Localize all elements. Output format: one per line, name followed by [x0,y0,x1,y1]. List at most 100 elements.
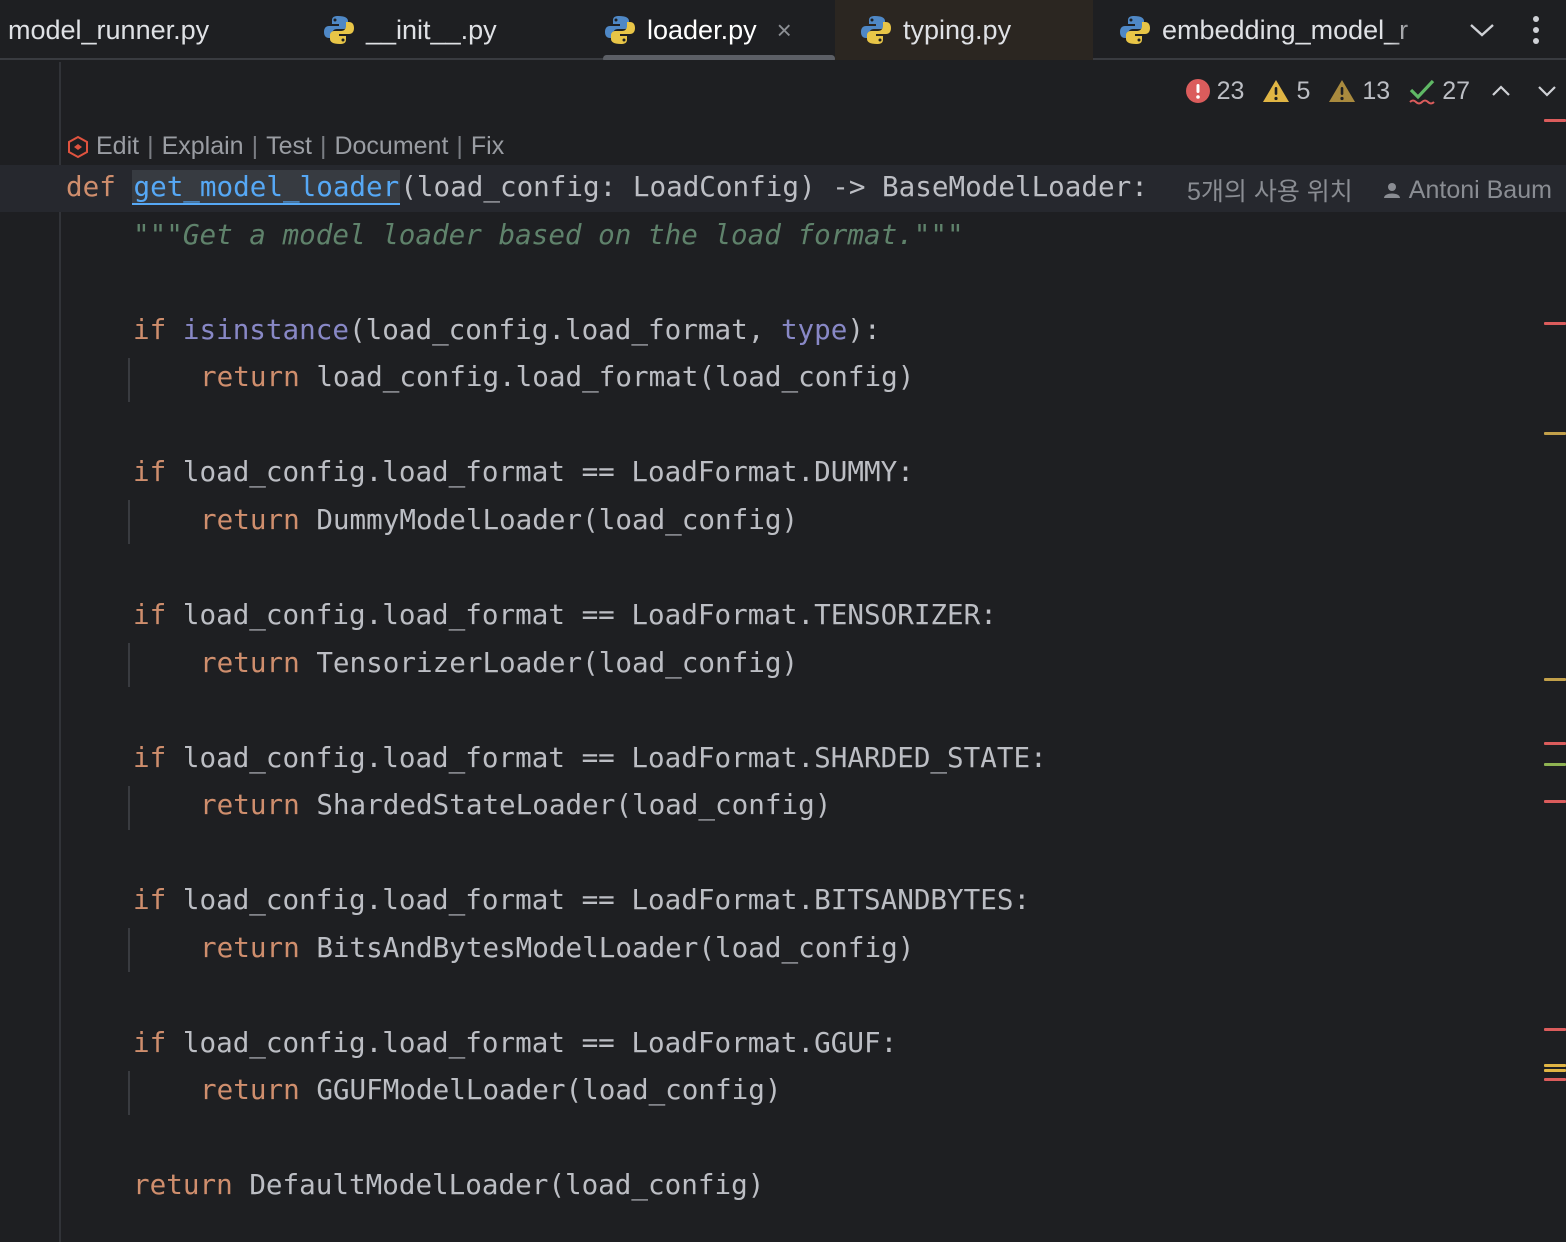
keyword-def: def [66,170,116,203]
tab-actions [1448,0,1566,60]
code-line-return[interactable]: return GGUFModelLoader(load_config) [200,1073,781,1106]
code-text: (load_config.load_format, [349,313,781,346]
code-text: DefaultModelLoader(load_config) [249,1168,765,1201]
codelens-separator: | [456,132,463,160]
function-name[interactable]: get_model_loader [132,170,401,205]
keyword-return: return [200,931,300,964]
warning-icon [1263,80,1290,102]
docstring: """Get a model loader based on the load … [133,218,964,251]
code-line-if-bitsandbytes[interactable]: if load_config.load_format == LoadFormat… [133,883,1030,916]
keyword-if: if [133,598,167,631]
code-line-docstring[interactable]: """Get a model loader based on the load … [133,218,964,251]
error-stripe-marker[interactable] [1544,1028,1566,1031]
code-text: load_config.load_format == LoadFormat.TE… [182,598,997,631]
keyword-if: if [133,1026,167,1059]
keyword-return: return [200,1073,300,1106]
builtin-type: type [780,313,848,346]
keyword-return: return [133,1168,233,1201]
python-icon [605,16,635,44]
typos-indicator[interactable]: 27 [1408,77,1470,106]
code-text: TensorizerLoader(load_config) [316,646,799,679]
tab-init[interactable]: __init__.py [322,0,572,60]
keyword-if: if [133,313,167,346]
more-options-icon[interactable] [1516,10,1556,50]
tab-label: model_runner.py [8,14,210,45]
keyword-if: if [133,883,167,916]
error-icon [1185,79,1210,103]
author-hint[interactable]: Antoni Baum [1383,176,1552,205]
warning-stripe-marker[interactable] [1544,1069,1566,1072]
keyword-if: if [133,455,167,488]
indent-guide [128,500,130,544]
code-line-if-isinstance[interactable]: if isinstance(load_config.load_format, t… [133,313,881,346]
codelens-edit-link[interactable]: Edit [96,132,139,161]
error-stripe-marker[interactable] [1544,800,1566,803]
code-text: ): [847,313,881,346]
keyword-if: if [133,741,167,774]
codelens-document-link[interactable]: Document [334,132,448,161]
code-line-if-sharded-state[interactable]: if load_config.load_format == LoadFormat… [133,741,1047,774]
warning-stripe-marker[interactable] [1544,678,1566,681]
codelens-separator: | [319,132,327,160]
next-highlighted-error-chevron-down-icon[interactable] [1534,78,1560,104]
warning-stripe-marker[interactable] [1544,1064,1566,1067]
indent-guide [128,1071,130,1115]
usages-hint[interactable]: 5개의 사용 위치 [1187,172,1353,208]
keyword-return: return [200,503,300,536]
code-line-return[interactable]: return load_config.load_format(load_conf… [200,360,914,393]
codelens-fix-link[interactable]: Fix [471,132,504,161]
indent-guide [128,643,130,687]
gutter-divider [59,62,61,1242]
ai-code-lens: Edit | Explain | Test | Document | Fix [66,132,504,161]
code-line-return[interactable]: return BitsAndBytesModelLoader(load_conf… [200,931,914,964]
error-stripe-marker[interactable] [1544,119,1566,122]
previous-highlighted-error-chevron-up-icon[interactable] [1488,78,1514,104]
tab-typing[interactable]: typing.py [835,0,1093,60]
keyword-return: return [200,360,300,393]
author-name: Antoni Baum [1408,175,1552,204]
inspections-widget[interactable]: 23 5 13 27 [1185,74,1566,108]
typos-count: 27 [1442,76,1470,105]
code-line-if-gguf[interactable]: if load_config.load_format == LoadFormat… [133,1026,897,1059]
code-line-if-tensorizer[interactable]: if load_config.load_format == LoadFormat… [133,598,997,631]
show-hidden-tabs-chevron-icon[interactable] [1462,10,1502,50]
python-icon [861,16,891,44]
code-line-return[interactable]: return ShardedStateLoader(load_config) [200,788,831,821]
editor-tab-bar: model_runner.py __init__.py loader.py × … [0,0,1566,60]
error-stripe-marker[interactable] [1544,1078,1566,1081]
python-icon [1120,16,1150,44]
code-text: GGUFModelLoader(load_config) [316,1073,782,1106]
code-line-if-dummy[interactable]: if load_config.load_format == LoadFormat… [133,455,914,488]
code-line-return[interactable]: return TensorizerLoader(load_config) [200,646,798,679]
weak-warnings-indicator[interactable]: 13 [1328,77,1390,106]
code-text: load_config.load_format == LoadFormat.GG… [182,1026,898,1059]
code-text: load_config.load_format == LoadFormat.DU… [182,455,914,488]
code-text: ShardedStateLoader(load_config) [316,788,832,821]
warnings-count: 5 [1296,76,1311,105]
close-tab-icon[interactable]: × [777,15,792,46]
builtin-isinstance: isinstance [182,313,349,346]
typo-stripe-marker[interactable] [1544,763,1566,766]
code-line-def[interactable]: def get_model_loader(load_config: LoadCo… [66,170,1148,205]
code-line-default-return[interactable]: return DefaultModelLoader(load_config) [133,1168,764,1201]
error-stripe-marker[interactable] [1544,742,1566,745]
errors-indicator[interactable]: 23 [1185,77,1244,106]
tab-label: embedding_model_r [1162,14,1409,45]
python-icon [324,16,354,44]
error-stripe-marker[interactable] [1544,322,1566,325]
tab-model-runner[interactable]: model_runner.py [8,0,308,60]
warnings-indicator[interactable]: 5 [1262,77,1310,106]
warning-stripe-marker[interactable] [1544,432,1566,435]
codelens-test-link[interactable]: Test [266,132,312,161]
tab-label: typing.py [903,14,1012,45]
typo-check-icon [1409,79,1435,105]
indent-guide [128,928,130,972]
codelens-explain-link[interactable]: Explain [162,132,244,161]
code-line-return[interactable]: return DummyModelLoader(load_config) [200,503,798,536]
tab-loader[interactable]: loader.py × [603,0,835,60]
tab-embedding-model[interactable]: embedding_model_r [1118,0,1436,60]
ai-assistant-icon [68,135,88,158]
code-text: load_config.load_format(load_config) [316,360,915,393]
weak-warning-icon [1329,80,1356,102]
person-icon [1383,183,1400,198]
